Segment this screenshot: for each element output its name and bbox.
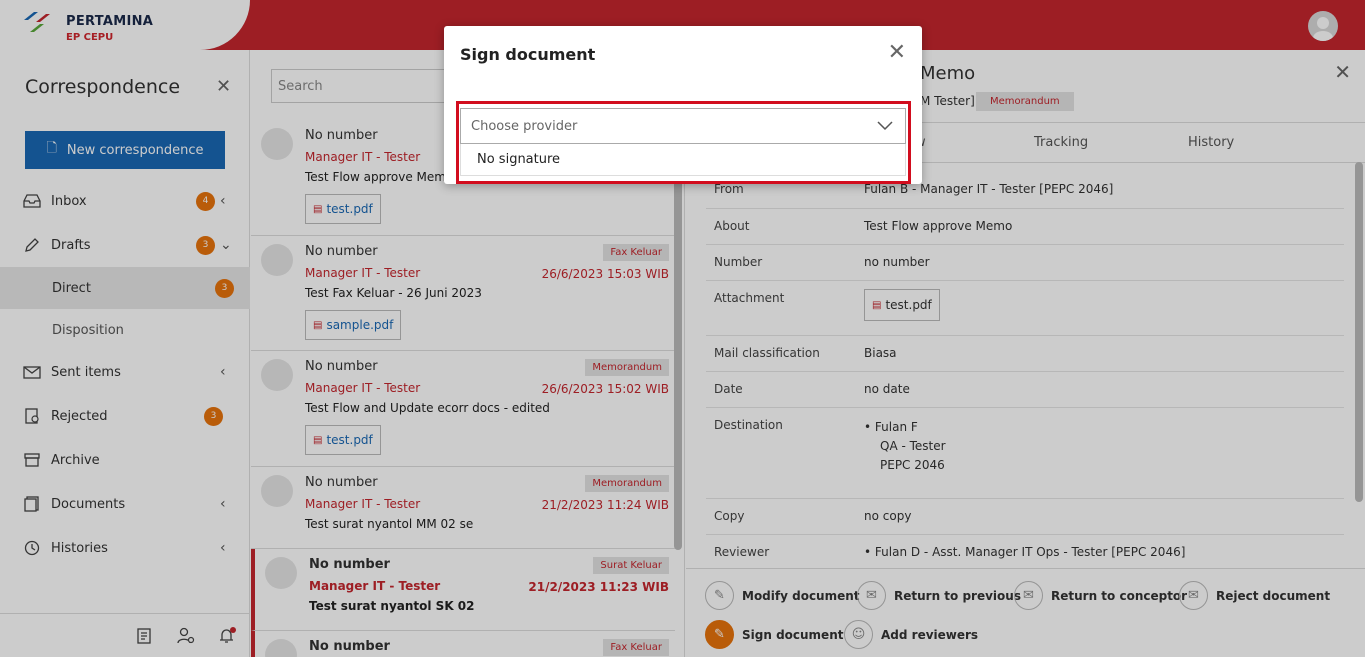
sign-document-dialog: Sign document ✕ Choose provider No signa… — [444, 26, 922, 184]
dialog-title: Sign document — [460, 45, 596, 64]
select-placeholder: Choose provider — [471, 118, 578, 134]
option-label: No signature — [477, 152, 561, 167]
chevron-down-icon — [877, 119, 893, 135]
provider-option[interactable]: No signature — [460, 144, 906, 176]
provider-select[interactable]: Choose provider — [460, 108, 906, 144]
close-icon[interactable]: ✕ — [888, 42, 906, 64]
